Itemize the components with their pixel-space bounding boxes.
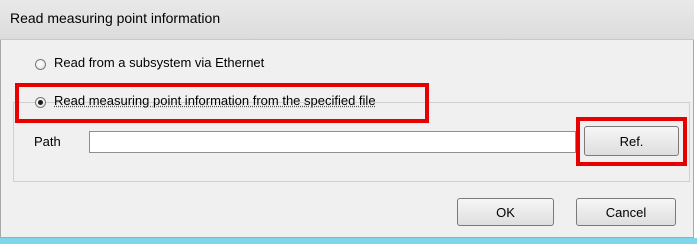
ok-button[interactable]: OK bbox=[457, 198, 554, 226]
file-option-highlight bbox=[15, 83, 429, 123]
ethernet-option-label[interactable]: Read from a subsystem via Ethernet bbox=[54, 55, 264, 70]
dialog-title: Read measuring point information bbox=[10, 10, 221, 26]
path-input[interactable] bbox=[89, 131, 576, 153]
path-label: Path bbox=[34, 134, 61, 149]
window-bottom-edge bbox=[0, 238, 697, 244]
ethernet-radio[interactable] bbox=[35, 59, 46, 70]
cancel-button[interactable]: Cancel bbox=[576, 198, 676, 226]
ref-button-highlight bbox=[576, 117, 687, 166]
